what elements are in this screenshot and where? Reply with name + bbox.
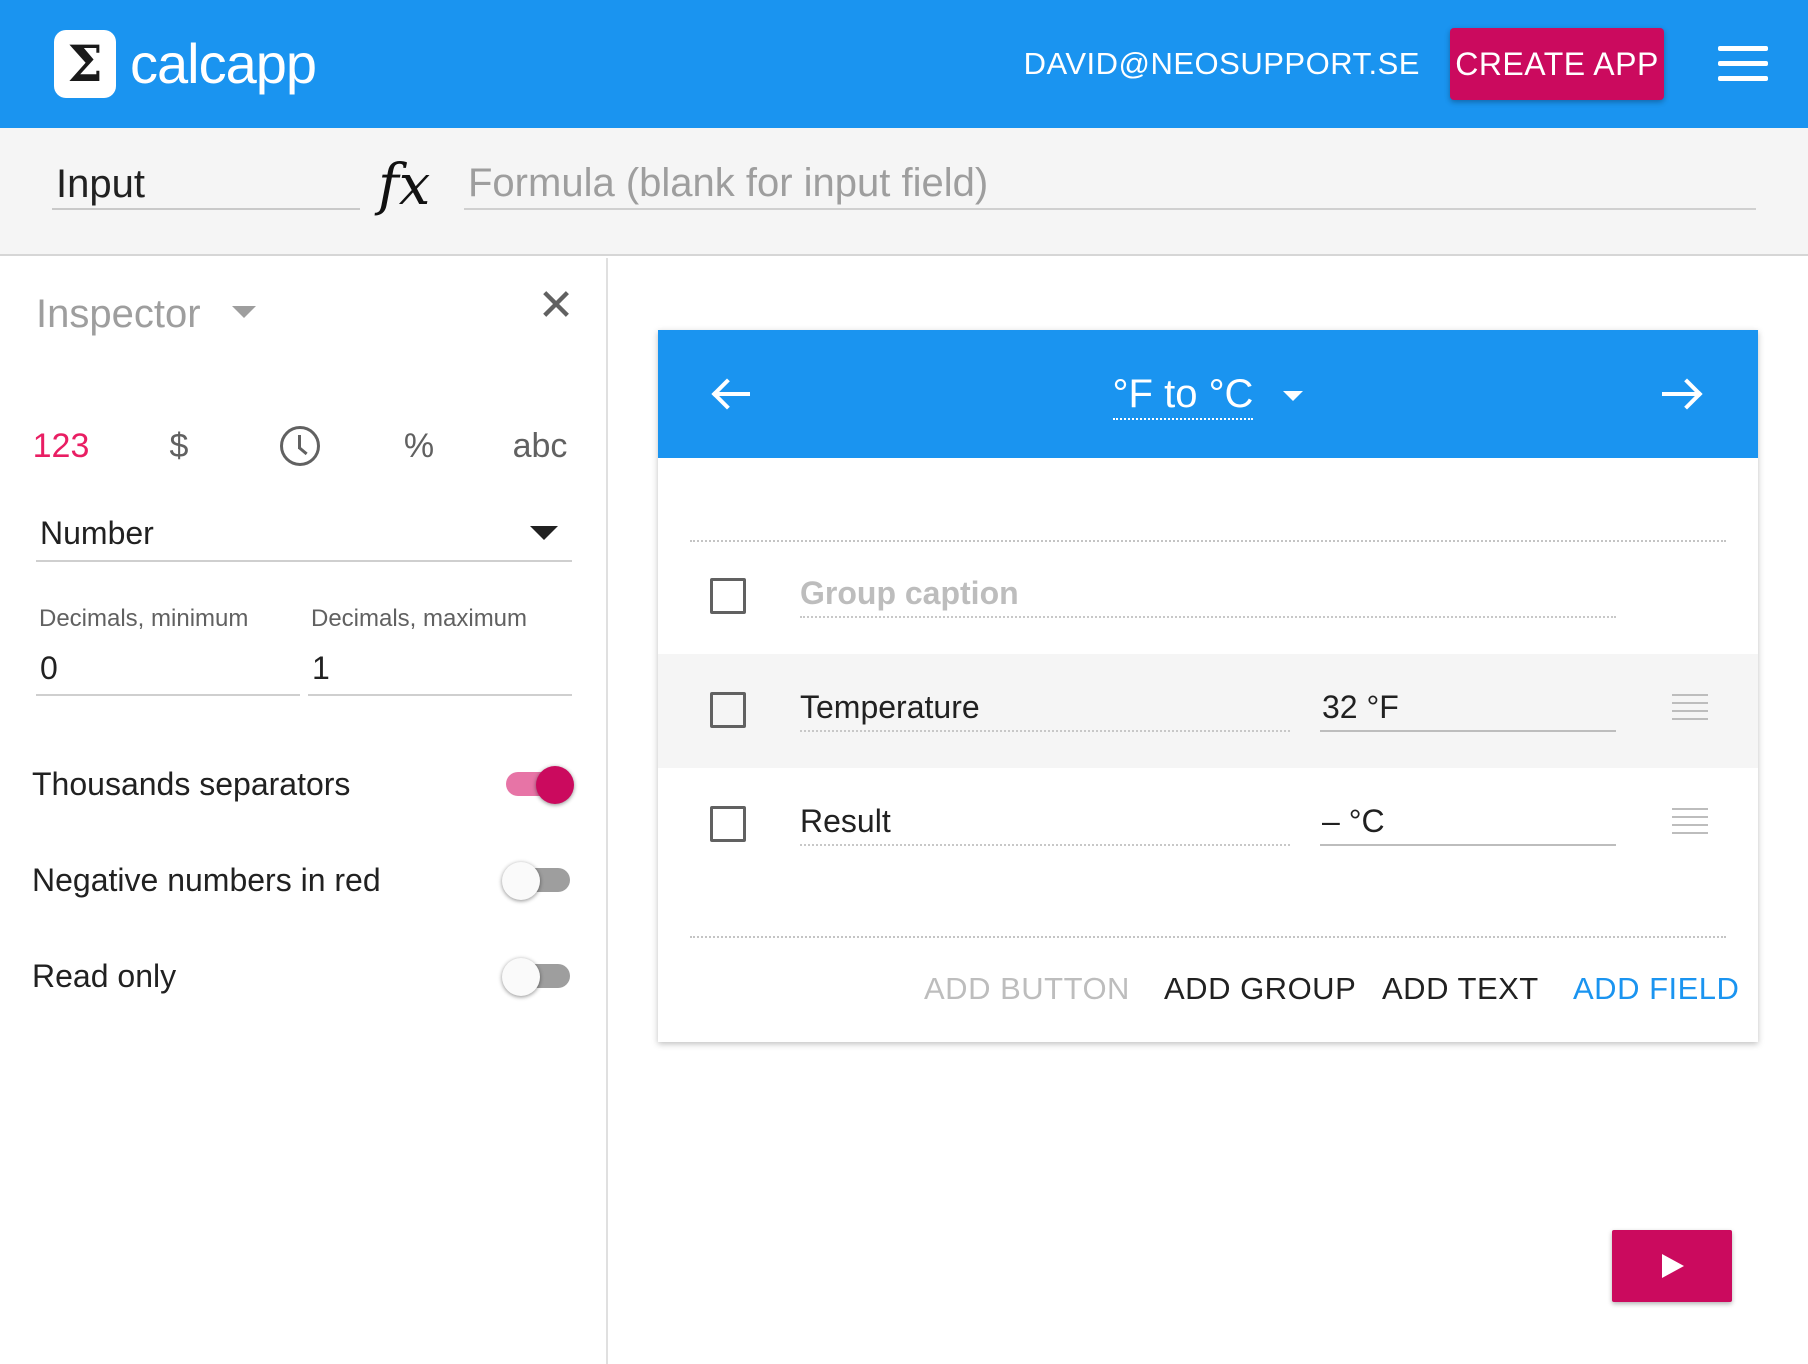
app-header: °F to °C <box>658 330 1758 458</box>
format-tab-currency[interactable]: $ <box>156 418 202 474</box>
add-field-button[interactable]: ADD FIELD <box>1573 966 1739 1012</box>
toggle-label: Negative numbers in red <box>32 862 381 898</box>
toggle-row-read-only: Read only <box>32 946 572 1006</box>
clock-icon[interactable] <box>280 426 320 466</box>
number-type-value: Number <box>40 515 154 551</box>
field-checkbox[interactable] <box>710 806 746 842</box>
thousands-separators-switch[interactable] <box>502 766 574 804</box>
decimals-min-label: Decimals, minimum <box>39 605 249 632</box>
chevron-down-icon <box>530 526 558 540</box>
arrow-right-icon[interactable] <box>1654 366 1710 422</box>
field-label[interactable]: Temperature <box>800 684 1290 732</box>
toggle-label: Thousands separators <box>32 766 351 802</box>
app-canvas: °F to °C Group caption Temperature 32 °F… <box>610 258 1808 1364</box>
user-account-link[interactable]: DAVID@NEOSUPPORT.SE <box>1020 40 1420 88</box>
formula-input[interactable] <box>464 158 1756 210</box>
decimals-max-label: Decimals, maximum <box>311 605 528 632</box>
field-label[interactable]: Result <box>800 798 1290 846</box>
chevron-down-icon[interactable] <box>232 306 256 318</box>
negative-red-switch[interactable] <box>502 862 572 900</box>
inspector-panel: Inspector ✕ 123 $ % abc Number Decimals,… <box>0 258 608 1364</box>
top-app-bar: Σ calcapp DAVID@NEOSUPPORT.SE CREATE APP <box>0 0 1808 128</box>
play-icon <box>1662 1254 1684 1278</box>
app-title-select[interactable]: °F to °C <box>658 368 1758 420</box>
toggle-row-negative-red: Negative numbers in red <box>32 850 572 910</box>
drag-handle-icon[interactable] <box>1672 694 1708 722</box>
add-text-button[interactable]: ADD TEXT <box>1382 966 1539 1012</box>
field-value-output[interactable]: – °C <box>1320 798 1616 846</box>
format-tab-text[interactable]: abc <box>500 418 580 474</box>
field-checkbox[interactable] <box>710 692 746 728</box>
divider <box>690 936 1726 938</box>
fx-icon: fx <box>378 153 431 218</box>
group-caption-input[interactable]: Group caption <box>800 570 1616 618</box>
format-tab-number[interactable]: 123 <box>26 418 96 474</box>
formula-bar: Input fx <box>0 128 1808 256</box>
run-app-button[interactable] <box>1612 1230 1732 1302</box>
field-row[interactable]: Temperature 32 °F <box>658 654 1758 768</box>
field-value-input[interactable]: 32 °F <box>1320 684 1616 732</box>
close-icon[interactable]: ✕ <box>534 284 578 328</box>
drag-handle-icon[interactable] <box>1672 808 1708 836</box>
add-button-button[interactable]: ADD BUTTON <box>924 966 1130 1012</box>
hamburger-menu-icon[interactable] <box>1718 46 1768 82</box>
toggle-row-thousands-separators: Thousands separators <box>32 754 574 814</box>
decimals-min-input[interactable]: 0 <box>36 644 300 696</box>
calcapp-logo-icon[interactable]: Σ <box>54 30 116 98</box>
format-tab-percent[interactable]: % <box>396 418 442 474</box>
app-title: °F to °C <box>1112 372 1254 420</box>
toggle-label: Read only <box>32 958 177 994</box>
decimals-max-input[interactable]: 1 <box>308 644 572 696</box>
add-group-button[interactable]: ADD GROUP <box>1164 966 1356 1012</box>
field-name-input[interactable]: Input <box>52 158 360 210</box>
create-app-button[interactable]: CREATE APP <box>1450 28 1664 100</box>
app-preview-card: °F to °C Group caption Temperature 32 °F… <box>658 330 1758 1042</box>
group-row: Group caption <box>658 540 1758 654</box>
inspector-title[interactable]: Inspector <box>36 284 201 344</box>
field-row[interactable]: Result – °C <box>658 768 1758 882</box>
group-checkbox[interactable] <box>710 578 746 614</box>
number-type-select[interactable]: Number <box>36 504 572 562</box>
read-only-switch[interactable] <box>502 958 572 996</box>
app-name[interactable]: calcapp <box>130 30 317 98</box>
chevron-down-icon <box>1283 391 1304 402</box>
